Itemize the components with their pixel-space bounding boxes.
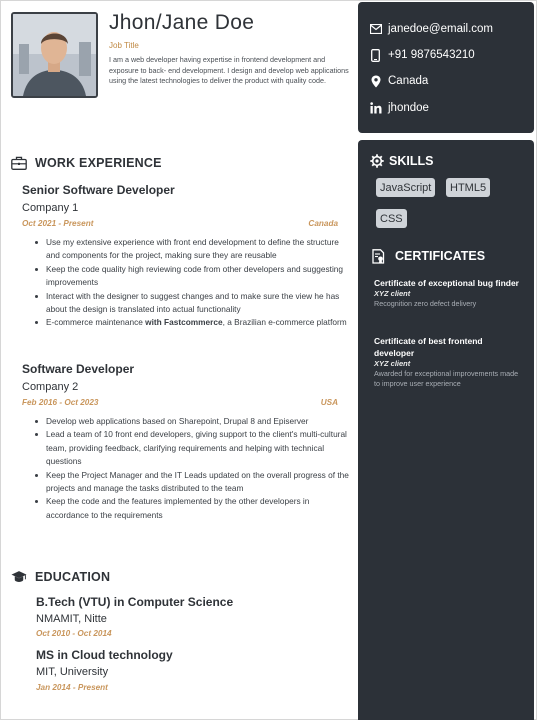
linkedin-text: jhondoe <box>388 102 429 114</box>
school-name: NMAMIT, Nitte <box>36 613 107 625</box>
sidebar: SKILLS JavaScript HTML5 CSS CERTIFICATES… <box>358 140 534 720</box>
certificates-heading: CERTIFICATES <box>372 249 485 264</box>
skills-heading: SKILLS <box>370 154 433 168</box>
contact-phone[interactable]: +91 9876543210 <box>369 48 475 62</box>
skill-chip: CSS <box>376 209 407 228</box>
certificate-item: Certificate of best frontend developer X… <box>374 335 524 388</box>
list-item: Interact with the designer to suggest ch… <box>31 290 351 317</box>
phone-text: +91 9876543210 <box>388 49 475 61</box>
linkedin-icon <box>369 102 382 115</box>
job-location: USA <box>320 398 338 407</box>
certificate-client: XYZ client <box>374 289 411 298</box>
degree-title: B.Tech (VTU) in Computer Science <box>36 595 234 609</box>
school-name: MIT, University <box>36 666 109 678</box>
job-company: Company 1 <box>22 202 79 214</box>
location-pin-icon <box>369 75 382 88</box>
contact-linkedin[interactable]: jhondoe <box>369 101 429 115</box>
profile-photo <box>11 12 98 98</box>
envelope-icon <box>369 23 382 36</box>
candidate-name: Jhon/Jane Doe <box>109 11 255 34</box>
education-heading: EDUCATION <box>11 570 110 584</box>
certificate-icon <box>372 249 386 264</box>
certificate-desc: Awarded for exceptional improvements mad… <box>374 369 519 388</box>
certificate-title: Certificate of best frontend developer <box>374 336 483 358</box>
certificate-title: Certificate of exceptional bug finder <box>374 278 519 288</box>
job-bullets: Develop web applications based on Sharep… <box>31 415 353 522</box>
job-dates: Oct 2021 - Present <box>22 219 94 228</box>
skill-chip: JavaScript <box>376 178 436 197</box>
location-text: Canada <box>388 75 429 87</box>
list-item: Keep the Project Manager and the IT Lead… <box>31 469 353 496</box>
degree-title: MS in Cloud technology <box>36 648 173 662</box>
skill-chip: HTML5 <box>446 178 491 197</box>
work-experience-heading: WORK EXPERIENCE <box>11 156 162 170</box>
education-dates: Jan 2014 - Present <box>36 683 108 692</box>
certificate-desc: Recognition zero defect delivery <box>374 299 477 308</box>
contact-email[interactable]: janedoe@email.com <box>369 22 493 36</box>
list-item: Keep the code and the features implement… <box>31 495 353 522</box>
contact-panel: janedoe@email.com +91 9876543210 Canada … <box>358 2 534 133</box>
list-item: Keep the code quality high reviewing cod… <box>31 263 351 290</box>
graduation-cap-icon <box>11 570 27 584</box>
list-item: Lead a team of 10 front end developers, … <box>31 428 353 468</box>
job-role: Software Developer <box>22 362 135 376</box>
job-location: Canada <box>308 219 338 228</box>
phone-icon <box>369 48 382 62</box>
gear-icon <box>370 154 384 168</box>
contact-location: Canada <box>369 74 428 88</box>
job-company: Company 2 <box>22 381 79 393</box>
job-role: Senior Software Developer <box>22 183 175 197</box>
job-dates: Feb 2016 - Oct 2023 <box>22 398 99 407</box>
job-bullets: Use my extensive experience with front e… <box>31 236 351 330</box>
profile-summary: I am a web developer having expertise in… <box>109 55 349 86</box>
certificate-client: XYZ client <box>374 359 411 368</box>
email-text: janedoe@email.com <box>388 23 494 35</box>
portrait-photo-icon <box>13 14 96 96</box>
education-dates: Oct 2010 - Oct 2014 <box>36 629 112 638</box>
list-item: Develop web applications based on Sharep… <box>31 415 353 428</box>
list-item: E-commerce maintenance with Fastcommerce… <box>31 316 351 329</box>
briefcase-icon <box>11 156 27 170</box>
list-item: Use my extensive experience with front e… <box>31 236 351 263</box>
job-title: Job Title <box>109 41 139 50</box>
certificate-item: Certificate of exceptional bug finder XY… <box>374 277 524 309</box>
